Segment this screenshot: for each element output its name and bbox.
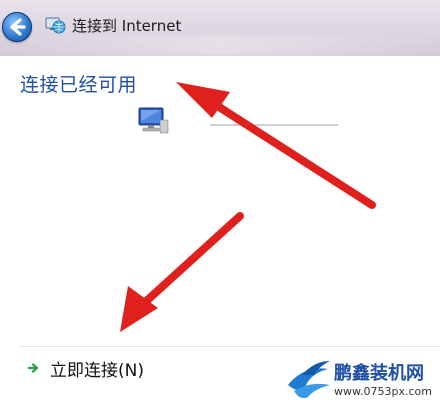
watermark-logo xyxy=(288,361,330,399)
red-arrow-upper xyxy=(176,82,376,209)
red-arrow-lower xyxy=(120,212,244,332)
watermark-url: www.0753px.com xyxy=(334,385,432,398)
watermark-brand: 鹏鑫装机网 xyxy=(334,363,424,384)
watermark: 鹏鑫装机网 www.0753px.com xyxy=(284,349,434,409)
